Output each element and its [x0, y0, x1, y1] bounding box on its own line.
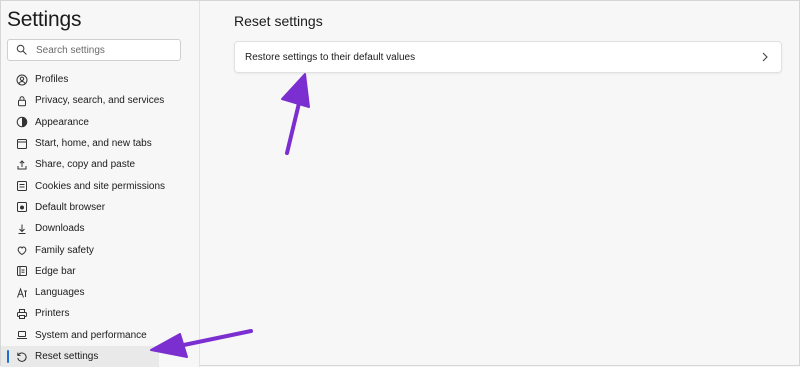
page-title: Reset settings [234, 13, 323, 29]
reset-icon [15, 350, 28, 363]
sidebar-title: Settings [7, 8, 82, 31]
sidebar-item-label: Appearance [35, 116, 89, 128]
sidebar-item-system-performance[interactable]: System and performance [1, 325, 199, 346]
sidebar-item-share[interactable]: Share, copy and paste [1, 154, 199, 175]
profile-icon [15, 73, 28, 86]
sidebar-nav: Profiles Privacy, search, and services A… [1, 69, 199, 367]
download-icon [15, 222, 28, 235]
restore-defaults-button[interactable]: Restore settings to their default values [234, 41, 782, 73]
sidebar-item-label: Languages [35, 287, 85, 299]
laptop-icon [15, 329, 28, 342]
sidebar-item-label: System and performance [35, 329, 147, 341]
sidebar-item-label: Default browser [35, 201, 106, 213]
printer-icon [15, 307, 28, 320]
languages-icon [15, 286, 28, 299]
cookies-icon [15, 180, 28, 193]
sidebar: Settings Profiles Privacy, search, and s… [1, 1, 200, 367]
browser-icon [15, 201, 28, 214]
sidebar-item-edge-bar[interactable]: Edge bar [1, 261, 199, 282]
share-icon [15, 158, 28, 171]
sidebar-item-label: Share, copy and paste [35, 159, 136, 171]
sidebar-item-start-home[interactable]: Start, home, and new tabs [1, 133, 199, 154]
sidebar-item-printers[interactable]: Printers [1, 303, 199, 324]
settings-window: Settings Profiles Privacy, search, and s… [0, 0, 800, 367]
home-icon [15, 137, 28, 150]
sidebar-item-label: Reset settings [35, 351, 99, 362]
sidebar-item-label: Edge bar [35, 265, 76, 277]
search-box[interactable] [7, 39, 181, 61]
search-input[interactable] [36, 42, 176, 58]
annotation-arrow-up [281, 73, 310, 155]
edge-bar-icon [15, 265, 28, 278]
sidebar-item-downloads[interactable]: Downloads [1, 218, 199, 239]
sidebar-item-languages[interactable]: Languages [1, 282, 199, 303]
appearance-icon [15, 116, 28, 129]
sidebar-item-label: Privacy, search, and services [35, 95, 165, 107]
family-icon [15, 244, 28, 257]
sidebar-item-cookies[interactable]: Cookies and site permissions [1, 175, 199, 196]
sidebar-item-appearance[interactable]: Appearance [1, 112, 199, 133]
sidebar-item-label: Cookies and site permissions [35, 180, 166, 192]
restore-defaults-label: Restore settings to their default values [245, 52, 416, 63]
search-icon [16, 44, 27, 55]
sidebar-item-privacy[interactable]: Privacy, search, and services [1, 90, 199, 111]
sidebar-item-profiles[interactable]: Profiles [1, 69, 199, 90]
sidebar-item-default-browser[interactable]: Default browser [1, 197, 199, 218]
sidebar-item-reset-settings[interactable]: Reset settings [1, 345, 159, 367]
sidebar-item-label: Start, home, and new tabs [35, 138, 152, 150]
chevron-right-icon [762, 52, 768, 62]
sidebar-item-label: Printers [35, 308, 70, 320]
sidebar-item-family-safety[interactable]: Family safety [1, 239, 199, 260]
lock-icon [15, 94, 28, 107]
sidebar-item-label: Profiles [35, 74, 69, 86]
sidebar-item-label: Family safety [35, 244, 94, 256]
sidebar-item-label: Downloads [35, 223, 85, 235]
